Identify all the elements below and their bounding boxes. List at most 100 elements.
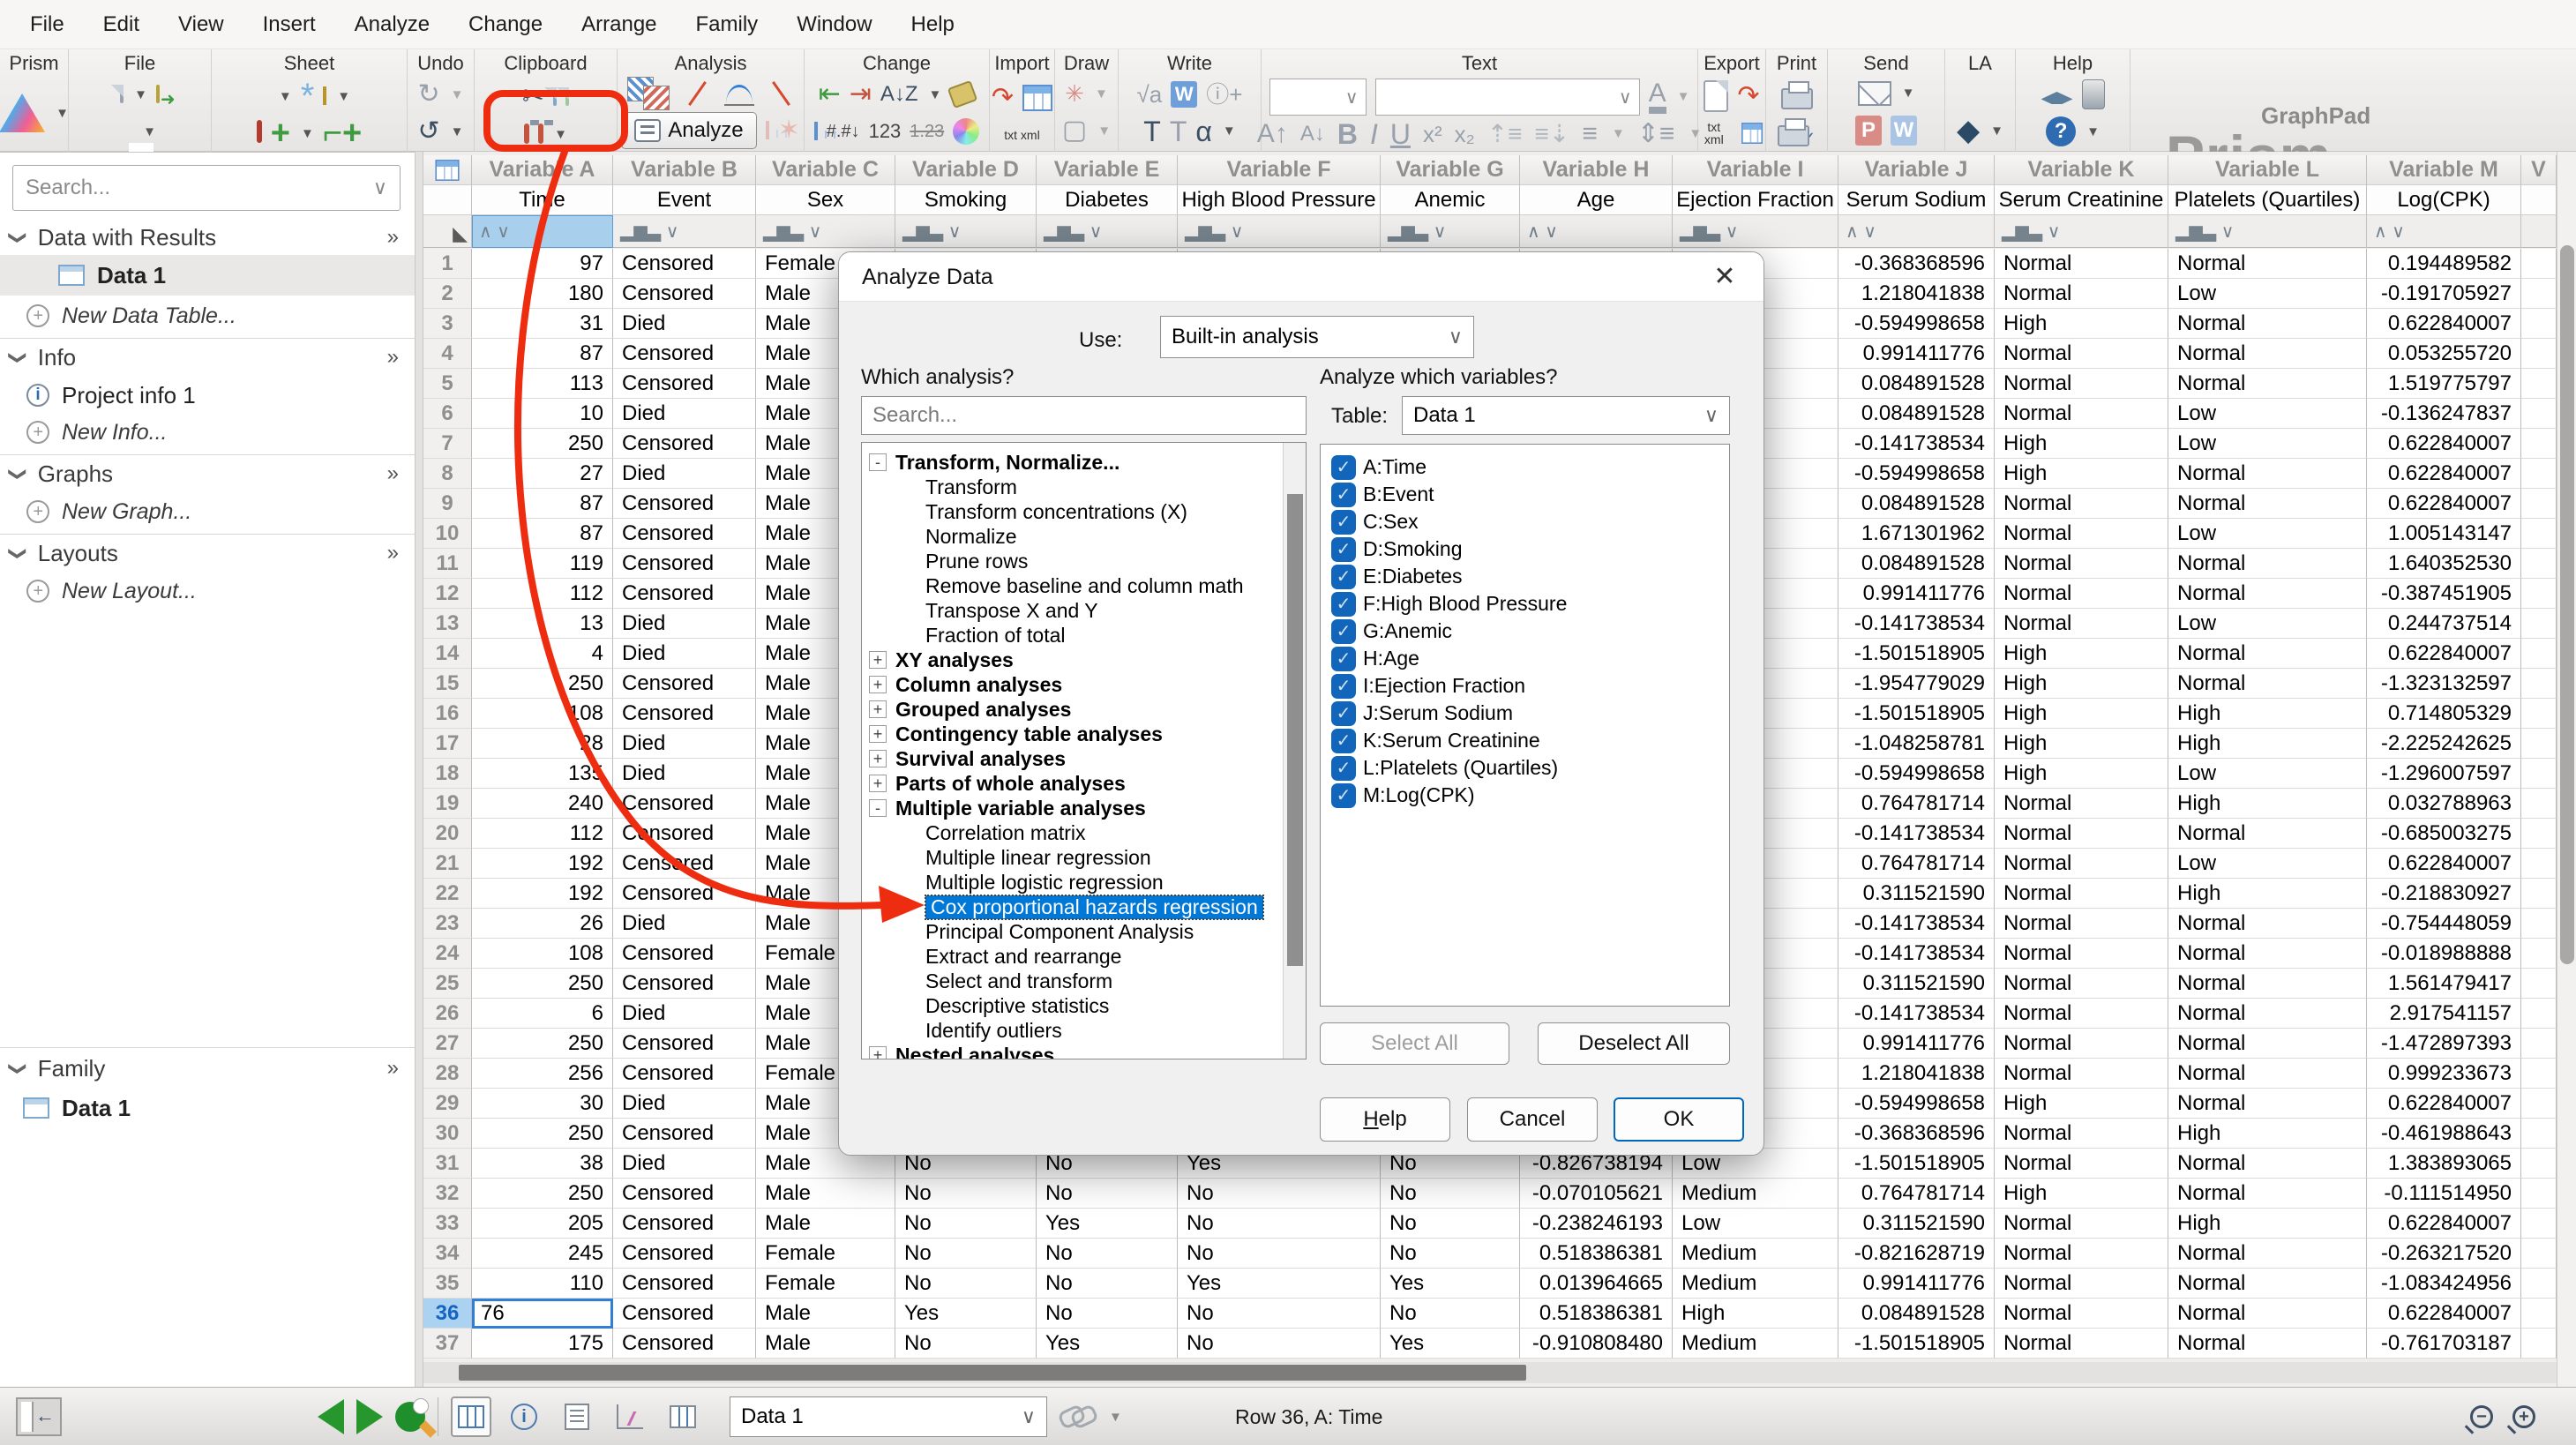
checkbox-checked-icon[interactable]: ✓ [1331, 483, 1356, 507]
cell-event-row36[interactable]: Censored [613, 1299, 756, 1329]
section-layouts[interactable]: ❯Layouts» [0, 535, 415, 571]
wand-icon[interactable]: ✶ [778, 117, 800, 144]
sidebar-toggle-button[interactable] [16, 1397, 62, 1436]
analysis-item[interactable]: Transform concentrations (X) [862, 499, 1306, 524]
column-type-platelets[interactable]: ▂▆▃ ∨ [2168, 215, 2367, 248]
cell-hbp-row36[interactable]: No [1178, 1299, 1381, 1329]
row-number-19[interactable]: 19 [423, 789, 472, 819]
expand-more-icon[interactable]: » [387, 1056, 399, 1081]
column-type-vext[interactable] [2521, 215, 2557, 248]
menu-change[interactable]: Change [449, 12, 562, 37]
cell-time-row2[interactable]: 180 [472, 279, 613, 309]
horizontal-scrollbar[interactable] [423, 1362, 2557, 1383]
cell-creatinine-row13[interactable]: Normal [1995, 609, 2168, 639]
analysis-item[interactable]: Multiple linear regression [862, 845, 1306, 870]
table-corner-icon[interactable] [423, 155, 472, 185]
column-name-ef[interactable]: Ejection Fraction [1673, 185, 1838, 215]
cell-time-row16[interactable]: 108 [472, 699, 613, 729]
tree-expand-icon[interactable]: + [869, 676, 887, 693]
cell-sodium-row14[interactable]: -1.501518905 [1838, 639, 1995, 669]
cell-logcpk-row16[interactable]: 0.714805329 [2367, 699, 2521, 729]
column-name-smoking[interactable]: Smoking [895, 185, 1037, 215]
move-left-icon[interactable]: ⇤ [819, 81, 841, 108]
pin-button[interactable] [323, 88, 326, 104]
cell-sodium-row33[interactable]: 0.311521590 [1838, 1209, 1995, 1239]
cell-age-row32[interactable]: -0.070105621 [1520, 1179, 1673, 1209]
tree-collapse-icon[interactable]: - [869, 799, 887, 817]
cell-logcpk-row8[interactable]: 0.622840007 [2367, 459, 2521, 489]
tree-expand-icon[interactable]: + [869, 750, 887, 767]
cell-logcpk-row3[interactable]: 0.622840007 [2367, 309, 2521, 339]
cell-sodium-row16[interactable]: -1.501518905 [1838, 699, 1995, 729]
cell-event-row27[interactable]: Censored [613, 1029, 756, 1059]
paste-link-button[interactable] [538, 126, 543, 142]
section-info[interactable]: ❯Info» [0, 340, 415, 375]
cell-age-row37[interactable]: -0.910808480 [1520, 1329, 1673, 1359]
cell-creatinine-row26[interactable]: Normal [1995, 999, 2168, 1029]
cell-sex-row37[interactable]: Male [756, 1329, 895, 1359]
variable-checkbox-row[interactable]: ✓D:Smoking [1331, 535, 1462, 563]
cell-logcpk-row18[interactable]: -1.296007597 [2367, 759, 2521, 789]
cell-time-row15[interactable]: 250 [472, 669, 613, 699]
row-number-25[interactable]: 25 [423, 969, 472, 999]
cell-platelets-row35[interactable]: Normal [2168, 1269, 2367, 1299]
vertical-scrollbar[interactable] [2557, 152, 2576, 1387]
cell-event-row37[interactable]: Censored [613, 1329, 756, 1359]
variable-checkbox-row[interactable]: ✓G:Anemic [1331, 618, 1452, 645]
cell-hbp-row37[interactable]: No [1178, 1329, 1381, 1359]
link-icon[interactable] [1060, 1406, 1095, 1427]
cell-platelets-row7[interactable]: Low [2168, 429, 2367, 459]
cell-event-row2[interactable]: Censored [613, 279, 756, 309]
cell-logcpk-row20[interactable]: -0.685003275 [2367, 819, 2521, 849]
cell-platelets-row20[interactable]: Normal [2168, 819, 2367, 849]
cell-event-row32[interactable]: Censored [613, 1179, 756, 1209]
checkbox-checked-icon[interactable]: ✓ [1331, 592, 1356, 617]
cell-sodium-row12[interactable]: 0.991411776 [1838, 579, 1995, 609]
cell-sodium-row36[interactable]: 0.084891528 [1838, 1299, 1995, 1329]
menu-view[interactable]: View [159, 12, 243, 37]
cell-time-row19[interactable]: 240 [472, 789, 613, 819]
use-combo[interactable]: Built-in analysis∨ [1160, 316, 1474, 358]
help-button[interactable]: ? [2046, 116, 2076, 146]
tree-expand-icon[interactable]: + [869, 1046, 887, 1059]
cell-time-row26[interactable]: 6 [472, 999, 613, 1029]
cell-event-row30[interactable]: Censored [613, 1119, 756, 1149]
cell-ef-row35[interactable]: Medium [1673, 1269, 1838, 1299]
column-type-sodium[interactable]: ∧ ∨ [1838, 215, 1995, 248]
cell-time-row18[interactable]: 135 [472, 759, 613, 789]
checkbox-checked-icon[interactable]: ✓ [1331, 674, 1356, 699]
column-letter-platelets[interactable]: Variable L [2168, 155, 2367, 185]
cell-logcpk-row23[interactable]: -0.754448059 [2367, 909, 2521, 939]
paste-button[interactable] [524, 126, 529, 142]
cell-creatinine-row20[interactable]: Normal [1995, 819, 2168, 849]
variable-checkbox-row[interactable]: ✓L:Platelets (Quartiles) [1331, 754, 1558, 782]
column-letter-smoking[interactable]: Variable D [895, 155, 1037, 185]
variable-checkbox-row[interactable]: ✓B:Event [1331, 481, 1434, 508]
cell-platelets-row31[interactable]: Normal [2168, 1149, 2367, 1179]
cell-time-row32[interactable]: 250 [472, 1179, 613, 1209]
cell-ef-row33[interactable]: Low [1673, 1209, 1838, 1239]
redo-button[interactable]: ↻ [418, 81, 440, 108]
cancel-button[interactable]: Cancel [1467, 1097, 1598, 1142]
sort-az-icon[interactable]: A↓Z [880, 84, 918, 105]
column-letter-event[interactable]: Variable B [613, 155, 756, 185]
cell-event-row16[interactable]: Censored [613, 699, 756, 729]
analysis-item-label[interactable]: Grouped analyses [895, 698, 1071, 722]
checkbox-checked-icon[interactable]: ✓ [1331, 701, 1356, 726]
dialog-close-button[interactable]: ✕ [1707, 261, 1742, 292]
cell-time-row9[interactable]: 87 [472, 489, 613, 519]
cell-logcpk-row32[interactable]: -0.111514950 [2367, 1179, 2521, 1209]
cell-event-row22[interactable]: Censored [613, 879, 756, 909]
cell-time-row31[interactable]: 38 [472, 1149, 613, 1179]
cell-time-row35[interactable]: 110 [472, 1269, 613, 1299]
cell-time-row33[interactable]: 205 [472, 1209, 613, 1239]
menu-family[interactable]: Family [677, 12, 778, 37]
cell-time-row22[interactable]: 192 [472, 879, 613, 909]
row-number-35[interactable]: 35 [423, 1269, 472, 1299]
cell-event-row28[interactable]: Censored [613, 1059, 756, 1089]
cell-platelets-row26[interactable]: Normal [2168, 999, 2367, 1029]
cell-time-row6[interactable]: 10 [472, 399, 613, 429]
cell-logcpk-row7[interactable]: 0.622840007 [2367, 429, 2521, 459]
variable-checkbox-row[interactable]: ✓E:Diabetes [1331, 563, 1463, 590]
cell-smoking-row37[interactable]: No [895, 1329, 1037, 1359]
